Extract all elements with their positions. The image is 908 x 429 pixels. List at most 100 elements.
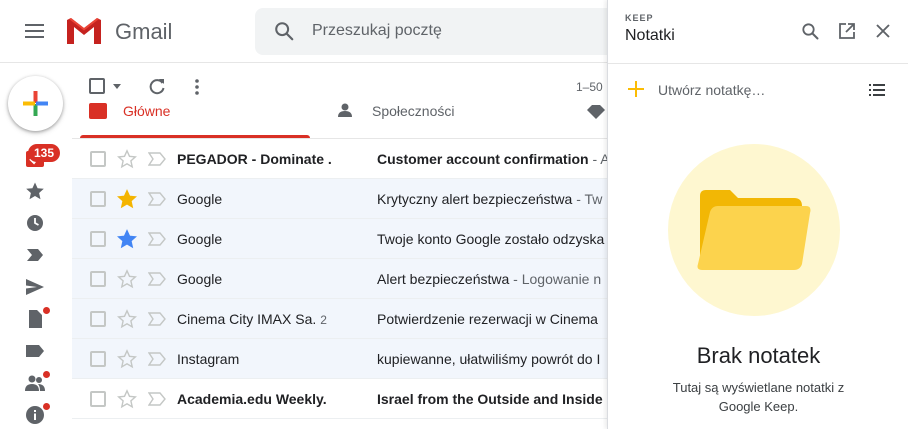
pagination-range: 1–50 bbox=[576, 80, 603, 94]
star-icon[interactable] bbox=[117, 389, 137, 409]
inbox-tab-icon bbox=[89, 103, 107, 119]
hamburger-line bbox=[24, 24, 44, 26]
sender-name: Google bbox=[177, 191, 223, 207]
email-subject: Twoje konto Google zostało odzyska bbox=[377, 231, 605, 247]
tab-primary[interactable]: Główne bbox=[72, 97, 312, 138]
inbox-unread-badge: 135 bbox=[28, 144, 61, 162]
clock-icon[interactable] bbox=[25, 213, 45, 233]
empty-notes-illustration bbox=[668, 144, 840, 316]
sender-name: Google bbox=[177, 271, 223, 287]
search-input[interactable] bbox=[312, 20, 592, 42]
compose-button[interactable] bbox=[8, 76, 63, 131]
star-icon[interactable] bbox=[25, 181, 45, 201]
email-subject: Potwierdzenie rezerwacji w Cinema bbox=[377, 311, 598, 327]
plus-icon bbox=[628, 81, 644, 97]
select-all-checkbox[interactable] bbox=[89, 78, 105, 94]
open-in-new-icon[interactable] bbox=[838, 22, 856, 40]
important-marker-icon[interactable] bbox=[148, 312, 166, 326]
email-row[interactable]: Google Krytyczny alert bezpieczeństwa - T… bbox=[72, 179, 608, 219]
email-row[interactable]: Google Alert bezpieczeństwa - Logowanie n bbox=[72, 259, 608, 299]
create-note-label: Utwórz notatkę… bbox=[658, 82, 766, 98]
email-row[interactable]: Google Twoje konto Google zostało odzyska bbox=[72, 219, 608, 259]
info-icon[interactable] bbox=[25, 405, 45, 425]
email-subject-line: Alert bezpieczeństwa - Logowanie n bbox=[377, 271, 608, 287]
email-subject: Krytyczny alert bezpieczeństwa bbox=[377, 191, 573, 207]
folder-icon bbox=[697, 190, 811, 270]
label-icon[interactable] bbox=[25, 341, 45, 361]
refresh-icon[interactable] bbox=[147, 77, 167, 97]
close-icon[interactable] bbox=[874, 22, 892, 40]
email-subject-line: Potwierdzenie rezerwacji w Cinema bbox=[377, 311, 608, 327]
select-dropdown-chevron-down-icon[interactable] bbox=[113, 84, 121, 89]
app-name: Gmail bbox=[115, 19, 173, 44]
email-subject: Customer account confirmation bbox=[377, 151, 589, 167]
gmail-logo-icon[interactable] bbox=[64, 14, 104, 48]
empty-state-description: Tutaj są wyświetlane notatki z Google Ke… bbox=[672, 380, 845, 414]
notification-dot bbox=[43, 403, 50, 410]
email-sender: Academia.edu Weekly. bbox=[177, 391, 367, 407]
email-row[interactable]: PEGADOR - Dominate . Customer account con… bbox=[72, 139, 608, 179]
notification-dot bbox=[43, 307, 50, 314]
tab-primary-label: Główne bbox=[123, 103, 171, 119]
main-menu-button[interactable] bbox=[14, 13, 54, 49]
important-marker-icon[interactable] bbox=[148, 152, 166, 166]
tab-social[interactable]: Społeczności bbox=[322, 97, 572, 138]
search-icon[interactable] bbox=[273, 20, 295, 42]
keep-side-panel: KEEP Notatki Utwórz notatkę… Brak notate… bbox=[607, 0, 908, 429]
keep-panel-title: Notatki bbox=[625, 27, 675, 44]
important-marker-icon[interactable] bbox=[148, 272, 166, 286]
sender-name: Instagram bbox=[177, 351, 240, 367]
row-checkbox[interactable] bbox=[90, 151, 106, 167]
sender-name: Cinema City IMAX Sa. bbox=[177, 311, 317, 327]
important-icon[interactable] bbox=[25, 245, 45, 265]
email-subject: Alert bezpieczeństwa bbox=[377, 271, 510, 287]
row-checkbox[interactable] bbox=[90, 351, 106, 367]
star-icon[interactable] bbox=[117, 309, 137, 329]
email-snippet: - Ac bbox=[592, 151, 608, 167]
email-sender: Cinema City IMAX Sa. 2 bbox=[177, 311, 367, 327]
email-sender: Google bbox=[177, 191, 367, 207]
important-marker-icon[interactable] bbox=[148, 392, 166, 406]
create-note-button[interactable]: Utwórz notatkę… bbox=[608, 64, 908, 116]
category-tabs: Główne Społeczności bbox=[72, 97, 608, 139]
search-icon[interactable] bbox=[801, 22, 819, 40]
important-marker-icon[interactable] bbox=[148, 352, 166, 366]
people-icon[interactable] bbox=[25, 373, 45, 393]
email-row[interactable]: Instagram kupiewanne, ułatwiliśmy powrót … bbox=[72, 339, 608, 379]
email-sender: Google bbox=[177, 231, 367, 247]
row-checkbox[interactable] bbox=[90, 391, 106, 407]
checklist-icon[interactable] bbox=[869, 83, 885, 97]
email-subject: Israel from the Outside and Inside - bbox=[377, 391, 608, 407]
row-checkbox[interactable] bbox=[90, 271, 106, 287]
email-row[interactable]: Cinema City IMAX Sa. 2 Potwierdzenie rezer… bbox=[72, 299, 608, 339]
star-icon[interactable] bbox=[117, 229, 137, 249]
star-icon[interactable] bbox=[117, 269, 137, 289]
row-checkbox[interactable] bbox=[90, 191, 106, 207]
search-bar[interactable] bbox=[255, 8, 615, 55]
hamburger-line bbox=[24, 36, 44, 38]
important-marker-icon[interactable] bbox=[148, 192, 166, 206]
email-sender: Instagram bbox=[177, 351, 367, 367]
email-snippet: - Logowanie n bbox=[509, 271, 602, 287]
sender-name: Google bbox=[177, 231, 223, 247]
star-icon[interactable] bbox=[117, 349, 137, 369]
send-icon[interactable] bbox=[25, 277, 45, 297]
star-icon[interactable] bbox=[117, 149, 137, 169]
row-checkbox[interactable] bbox=[90, 231, 106, 247]
star-icon[interactable] bbox=[117, 189, 137, 209]
email-subject-line: Twoje konto Google zostało odzyska bbox=[377, 231, 608, 247]
row-checkbox[interactable] bbox=[90, 311, 106, 327]
email-row[interactable]: Academia.edu Weekly. Israel from the Outs… bbox=[72, 379, 608, 419]
hamburger-line bbox=[24, 30, 44, 32]
tab-active-indicator bbox=[80, 135, 310, 138]
email-subject-line: Krytyczny alert bezpieczeństwa - Tw bbox=[377, 191, 608, 207]
email-subject: kupiewanne, ułatwiliśmy powrót do I bbox=[377, 351, 601, 367]
important-marker-icon[interactable] bbox=[148, 232, 166, 246]
draft-icon[interactable] bbox=[25, 309, 45, 329]
sender-name: Academia.edu Weekly. bbox=[177, 391, 327, 407]
email-sender: PEGADOR - Dominate . bbox=[177, 151, 367, 167]
email-subject-line: Customer account confirmation - Ac bbox=[377, 151, 608, 167]
more-vert-icon[interactable] bbox=[194, 77, 200, 97]
promotions-tab-icon[interactable] bbox=[587, 105, 605, 119]
email-snippet: - Tw bbox=[572, 191, 603, 207]
